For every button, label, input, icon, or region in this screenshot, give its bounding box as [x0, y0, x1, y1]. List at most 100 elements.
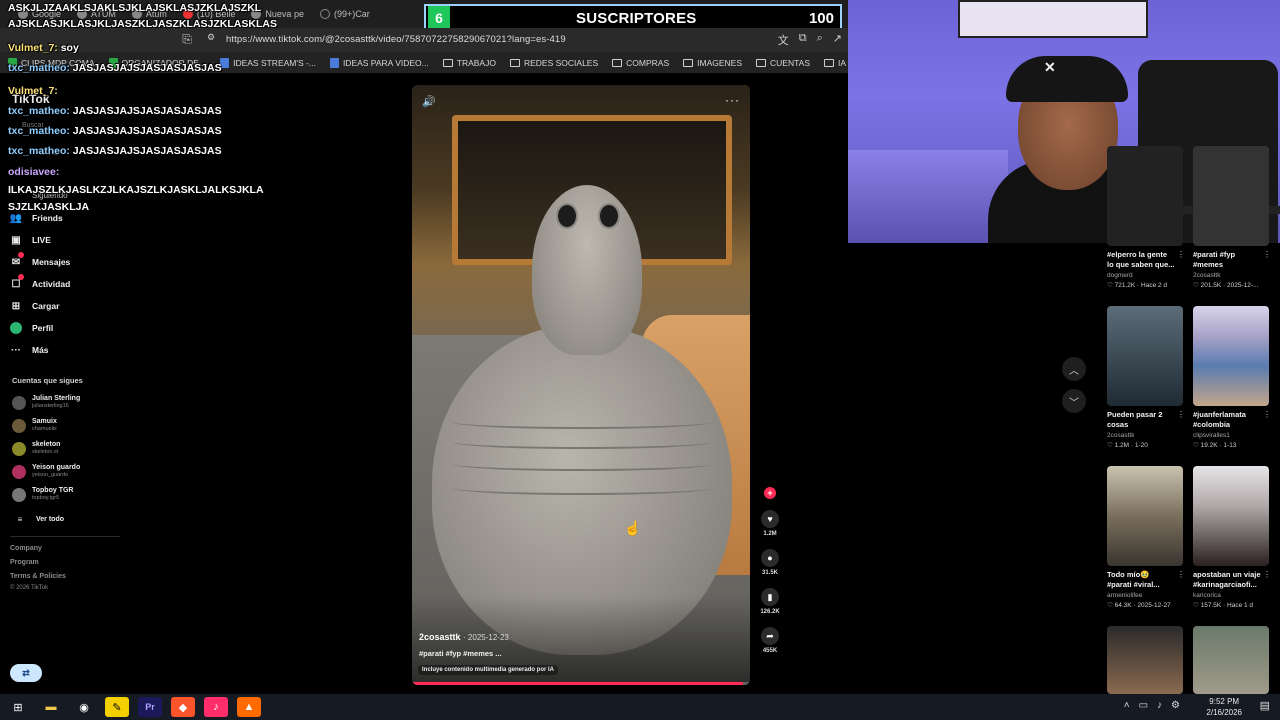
- file-explorer-button[interactable]: ▬: [39, 697, 63, 717]
- app-button[interactable]: ▲: [237, 697, 261, 717]
- chat-line: ILKAJSZLKJASLKZJLKAJSZLKJASKLJALKSJKLA: [8, 184, 264, 196]
- more-options-icon[interactable]: ···: [725, 93, 740, 107]
- tiktok-button[interactable]: ♪: [204, 697, 228, 717]
- nav-profile[interactable]: Perfil: [10, 322, 53, 334]
- tiktok-icon: [319, 9, 330, 19]
- next-video-button[interactable]: ﹀: [1062, 389, 1086, 413]
- chat-line: AJSKLASJKLASJKLJASZKLJASZKLASJZKLASKLAS: [8, 18, 277, 30]
- avatar: [12, 487, 26, 502]
- related-video-card[interactable]: [1193, 626, 1269, 694]
- related-meta: ♡ 157.5K · Hace 1 d: [1193, 602, 1254, 609]
- premiere-button[interactable]: Pr: [138, 697, 162, 717]
- related-video-card[interactable]: #parati #fyp #memes 2cosasttk ♡ 201.5K ·…: [1193, 146, 1271, 289]
- brave-button[interactable]: ◆: [171, 697, 195, 717]
- more-options-icon[interactable]: ⋮: [1177, 250, 1185, 259]
- video-progress-bar[interactable]: [412, 682, 750, 685]
- nav-more[interactable]: ··· Más: [10, 344, 49, 356]
- open-external-icon[interactable]: ⧉: [799, 32, 807, 48]
- follow-plus-button[interactable]: +: [764, 487, 776, 499]
- footer-link[interactable]: Program: [10, 559, 39, 566]
- related-video-card[interactable]: #juanferlamata #colombia clipsviralles1 …: [1193, 306, 1271, 449]
- nav-friends[interactable]: 👥 Friends: [10, 212, 63, 224]
- more-options-icon[interactable]: ⋮: [1177, 410, 1185, 419]
- bookmark-folder[interactable]: COMPRAS: [612, 58, 669, 68]
- previous-video-button[interactable]: ︿: [1062, 357, 1086, 381]
- bookmark-item[interactable]: IDEAS STREAM'S -...: [220, 57, 316, 68]
- start-button[interactable]: ⊞: [6, 697, 30, 717]
- folder-icon: [509, 58, 520, 67]
- video-caption[interactable]: #parati #fyp #memes ...: [419, 649, 502, 658]
- folder-icon: [756, 58, 766, 67]
- nav-live[interactable]: ▣ LIVE: [10, 234, 51, 246]
- footer-link[interactable]: Company: [10, 545, 42, 552]
- related-video-card[interactable]: #elperro la gente lo que saben que... do…: [1107, 146, 1185, 289]
- more-options-icon[interactable]: ⋮: [1263, 570, 1271, 579]
- chat-line: txc_matheo: JASJASJAJSJASJASJASJAS: [8, 62, 222, 74]
- nav-messages[interactable]: ✉ Mensajes: [10, 252, 70, 268]
- nav-activity[interactable]: ☐ Actividad: [10, 274, 70, 290]
- video-date: · 2025-12-23: [463, 633, 509, 642]
- related-thumbnail: [1107, 466, 1183, 566]
- bookmark-item[interactable]: IDEAS PARA VIDEO...: [329, 57, 429, 68]
- share-action[interactable]: ➦ 455K: [760, 627, 780, 654]
- bookmark-folder[interactable]: REDES SOCIALES: [509, 58, 598, 68]
- share-icon[interactable]: ↗: [833, 32, 842, 48]
- url-field[interactable]: https://www.tiktok.com/@2cosasttk/video/…: [226, 34, 566, 45]
- taskbar-clock[interactable]: 9:52 PM 2/16/2026: [1206, 696, 1242, 718]
- more-options-icon[interactable]: ⋮: [1177, 570, 1185, 579]
- statue-head: [532, 185, 642, 355]
- like-action[interactable]: ♥ 1.2M: [760, 510, 780, 537]
- following-account[interactable]: Yeison guardo yeison_guardo: [12, 464, 80, 479]
- related-video-card[interactable]: Pueden pasar 2 cosas 2cosasttk ♡ 1.2M · …: [1107, 306, 1185, 449]
- statue-eye: [558, 205, 576, 227]
- statue-fold: [452, 435, 712, 449]
- video-player[interactable]: 🔊 ··· 2cosasttk · 2025-12-23 #parati #fy…: [412, 85, 750, 685]
- bookmark-folder[interactable]: CUENTAS: [756, 58, 810, 68]
- folder-icon: [683, 58, 694, 67]
- volume-icon[interactable]: ♪: [1157, 700, 1162, 711]
- save-action[interactable]: ▮ 126.2K: [760, 588, 780, 615]
- network-icon[interactable]: ▭: [1139, 700, 1148, 711]
- related-thumbnail: [1107, 306, 1183, 406]
- avatar: [12, 464, 26, 479]
- bookmark-icon[interactable]: ⎘: [176, 32, 198, 47]
- related-thumbnail: [1193, 306, 1269, 406]
- more-options-icon[interactable]: ⋮: [1263, 410, 1271, 419]
- volume-icon[interactable]: 🔊: [422, 95, 436, 108]
- comment-action[interactable]: ● 31.5K: [760, 549, 780, 576]
- bookmark-folder[interactable]: IMAGENES: [683, 58, 742, 68]
- settings-icon[interactable]: ⚙: [1171, 700, 1180, 711]
- bookmark-folder[interactable]: TRABAJO: [442, 58, 496, 68]
- subscriber-current-count: 6: [428, 6, 450, 30]
- related-meta: ♡ 64.3K · 2025-12-27: [1107, 602, 1171, 609]
- obs-button[interactable]: ◉: [72, 697, 96, 717]
- bookmark-folder[interactable]: IA: [824, 58, 846, 68]
- floating-action-button[interactable]: ⇄: [10, 664, 42, 682]
- site-settings-icon[interactable]: ⚙: [200, 32, 222, 43]
- related-video-card[interactable]: Todo mío🥹 #parati #viral... armeniolifee…: [1107, 466, 1185, 609]
- statue-fold: [452, 481, 712, 495]
- webcam-poster: [958, 0, 1148, 38]
- following-account[interactable]: Julian Sterling juliansterling16: [12, 395, 80, 410]
- more-icon: ···: [11, 344, 21, 356]
- notification-icon[interactable]: ▤: [1260, 699, 1270, 712]
- related-video-card[interactable]: [1107, 626, 1183, 694]
- following-account[interactable]: skeleton skeleton.st: [12, 441, 60, 456]
- related-meta: ♡ 1.2M · 1-20: [1107, 442, 1148, 449]
- brave-icon: ◆: [178, 701, 188, 714]
- chat-line: txc_matheo: JASJASJAJSJASJASJASJAS: [8, 105, 222, 117]
- following-account[interactable]: Samuix chamuelix: [12, 418, 57, 433]
- browser-tab[interactable]: (99+)Car: [312, 3, 378, 25]
- related-video-card[interactable]: apostaban un viaje #karinagarciaofi... k…: [1193, 466, 1271, 609]
- zoom-icon[interactable]: ⌕: [817, 32, 823, 48]
- footer-link[interactable]: Terms & Policies: [10, 573, 66, 580]
- notes-button[interactable]: ✎: [105, 697, 129, 717]
- more-options-icon[interactable]: ⋮: [1263, 250, 1271, 259]
- nav-upload[interactable]: ⊞ Cargar: [10, 300, 60, 312]
- folder-icon: [824, 58, 834, 67]
- following-account[interactable]: Topboy TGR topboy.tgr5: [12, 487, 73, 502]
- see-all-following[interactable]: ≡ Ver todo: [14, 513, 64, 525]
- translate-icon[interactable]: 文: [778, 32, 789, 48]
- video-author[interactable]: 2cosasttk · 2025-12-23: [419, 632, 509, 642]
- chevron-up-icon[interactable]: ˄: [1124, 700, 1130, 711]
